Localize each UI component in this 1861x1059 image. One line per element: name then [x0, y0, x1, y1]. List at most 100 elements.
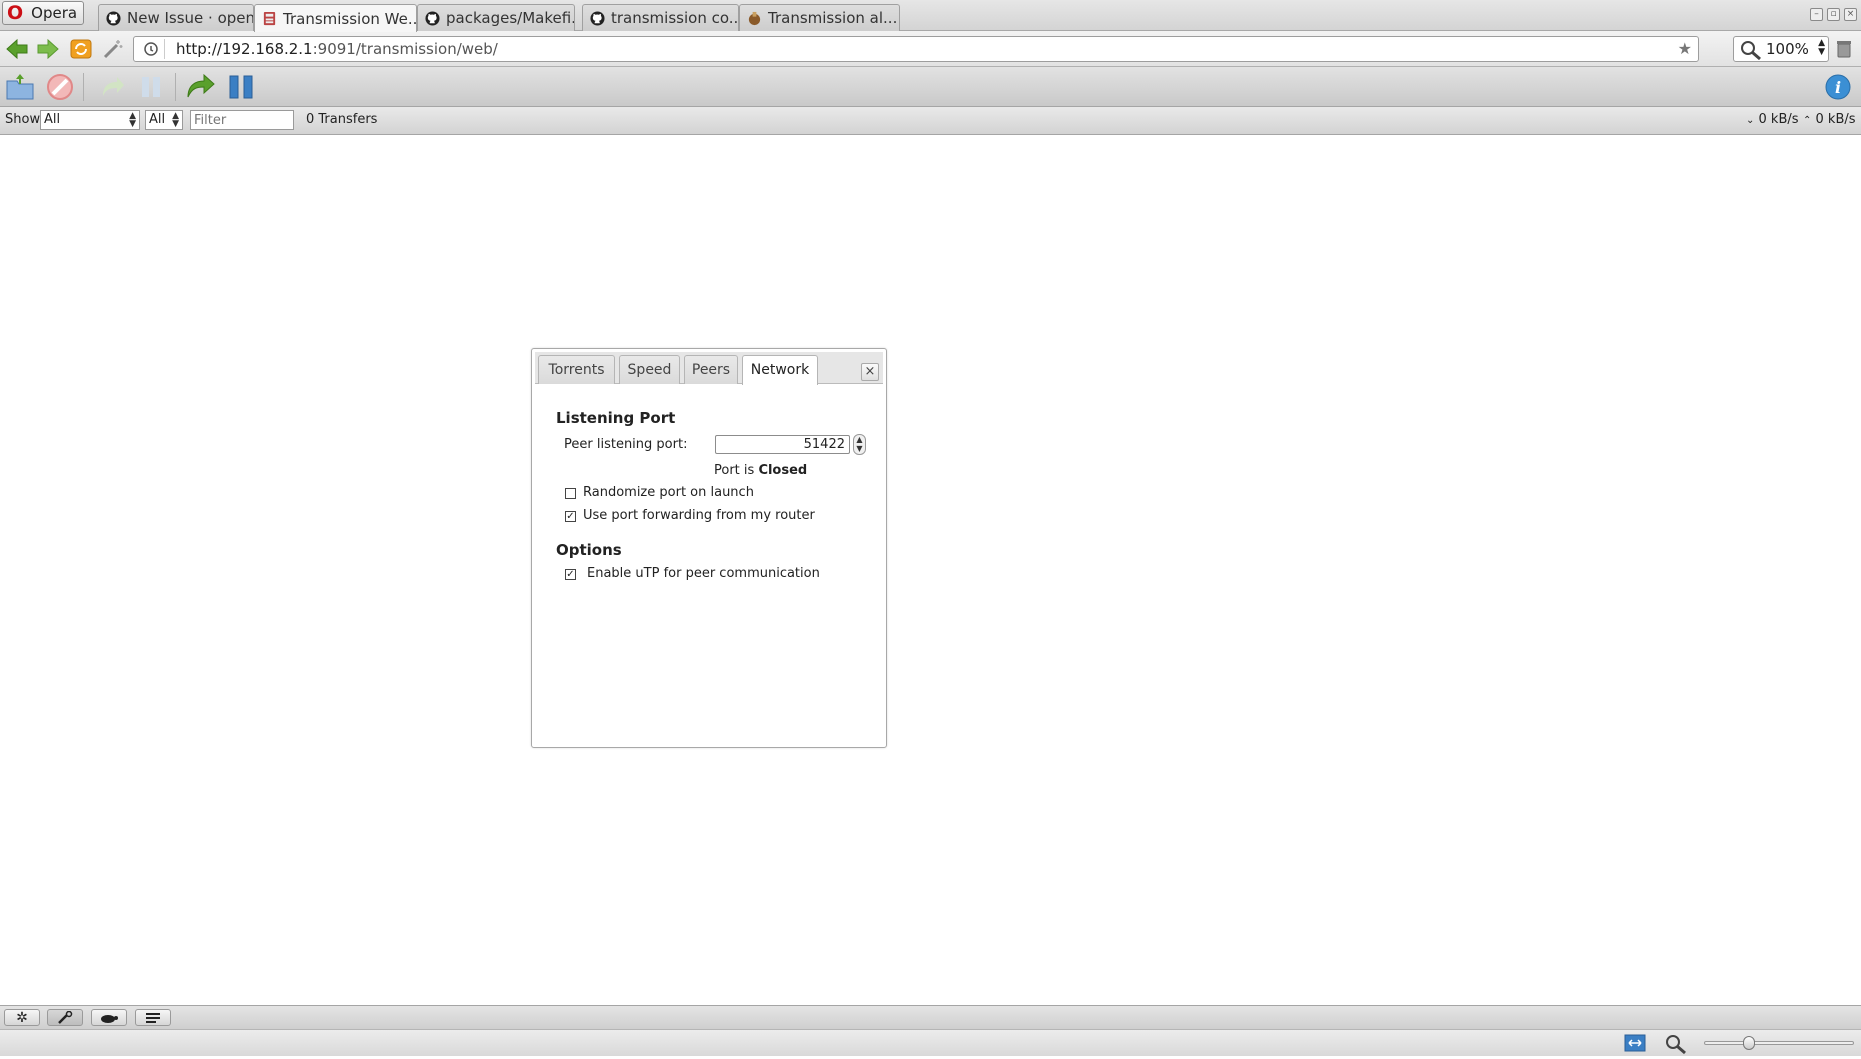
browser-tab-strip: O Opera New Issue · open... Transmission…: [0, 0, 1861, 32]
browser-tab-label: Transmission al...: [768, 9, 898, 27]
transmission-toolbar: i: [0, 67, 1861, 107]
pause-button[interactable]: [135, 71, 167, 103]
close-window-icon[interactable]: ×: [1844, 8, 1857, 21]
show-label: Show: [5, 112, 41, 127]
list-icon: [146, 1012, 160, 1023]
state-filter-select[interactable]: All ▲ ▼: [40, 110, 140, 130]
browser-tab-label: Transmission We...: [283, 9, 417, 28]
select-arrows-icon: ▲ ▼: [172, 111, 179, 129]
filter-bar: Show All ▲▼ All ▲▼ 0 Transfers ⌄ 0 kB/s …: [0, 107, 1861, 135]
browser-tab-label: packages/Makefi...: [446, 9, 575, 27]
trash-icon[interactable]: [1836, 40, 1852, 62]
browser-status-bar: [0, 1029, 1861, 1056]
port-status-prefix: Port is: [714, 463, 755, 478]
open-torrent-icon: [6, 74, 34, 100]
zoom-selector[interactable]: 100% ▲ ▼: [1733, 36, 1829, 62]
tracker-filter-select[interactable]: All ▲ ▼: [145, 110, 183, 130]
randomize-port-label[interactable]: Randomize port on launch: [583, 485, 754, 500]
browser-tab-packages-makefile[interactable]: packages/Makefi...: [417, 4, 575, 31]
gear-icon: ✲: [16, 1009, 28, 1026]
upload-speed-value: 0 kB/s: [1815, 112, 1856, 127]
inspector-button[interactable]: i: [1822, 71, 1854, 103]
wand-button[interactable]: [100, 37, 126, 61]
port-status-value: Closed: [758, 463, 808, 478]
upload-speed: ⌃ 0 kB/s: [1803, 112, 1856, 127]
browser-tab-label: New Issue · open...: [127, 9, 253, 27]
remove-torrent-button[interactable]: [44, 71, 76, 103]
open-torrent-button[interactable]: [4, 71, 36, 103]
port-status: Port is Closed: [714, 463, 807, 478]
transmission-icon: [261, 11, 277, 27]
pause-all-icon: [229, 75, 253, 99]
reload-icon: [70, 39, 92, 59]
upload-arrow-icon: ⌃: [1803, 115, 1812, 126]
turtle-icon: [101, 1014, 118, 1023]
resume-all-button[interactable]: [185, 71, 217, 103]
pause-all-button[interactable]: [226, 71, 258, 103]
browser-address-bar: http://192.168.2.1:9091/transmission/web…: [0, 31, 1861, 67]
tab-torrents[interactable]: Torrents: [538, 355, 615, 384]
zoom-magnifier-icon[interactable]: [1664, 1033, 1688, 1059]
resume-button[interactable]: [96, 71, 128, 103]
site-info-icon[interactable]: [137, 39, 165, 59]
github-icon: [589, 10, 605, 26]
opera-menu-label: Opera: [31, 4, 78, 22]
resume-icon: [103, 77, 124, 96]
transfers-count: 0 Transfers: [306, 112, 378, 127]
utp-label[interactable]: Enable uTP for peer communication: [587, 566, 820, 581]
preferences-tabs: Torrents Speed Peers Network ×: [535, 352, 883, 385]
remove-icon: [47, 74, 73, 100]
close-dialog-button[interactable]: ×: [861, 363, 879, 381]
filter-input[interactable]: [190, 110, 294, 130]
randomize-port-checkbox[interactable]: [565, 488, 576, 499]
state-filter-value: All: [44, 112, 61, 127]
listening-port-heading: Listening Port: [556, 409, 676, 427]
pause-icon: [142, 77, 160, 97]
tab-network[interactable]: Network: [742, 355, 818, 385]
info-icon: i: [1825, 74, 1851, 100]
forward-arrow-icon: [37, 38, 59, 60]
resume-all-icon: [187, 73, 215, 98]
zoom-spin-icon[interactable]: ▲ ▼: [1818, 39, 1825, 57]
wrench-icon: [58, 1010, 73, 1024]
back-arrow-icon: [6, 38, 28, 60]
panel-list-button[interactable]: [135, 1009, 171, 1026]
transmission-icon: [746, 10, 762, 26]
select-arrows-icon: ▲ ▼: [129, 111, 136, 129]
download-speed: ⌄ 0 kB/s: [1746, 112, 1799, 127]
forward-button[interactable]: [35, 37, 61, 61]
zoom-slider[interactable]: [1704, 1036, 1854, 1050]
panel-tools-button[interactable]: [47, 1009, 83, 1026]
restore-window-icon[interactable]: ▫: [1827, 8, 1840, 21]
opera-menu-button[interactable]: O Opera: [2, 1, 84, 25]
utp-checkbox[interactable]: ✓: [565, 569, 576, 580]
tab-speed[interactable]: Speed: [619, 355, 680, 384]
port-forwarding-label[interactable]: Use port forwarding from my router: [583, 508, 815, 523]
download-arrow-icon: ⌄: [1746, 115, 1755, 126]
browser-tab-transmission-web[interactable]: Transmission We...: [254, 4, 417, 32]
port-forwarding-checkbox[interactable]: ✓: [565, 511, 576, 522]
back-button[interactable]: [4, 37, 30, 61]
reload-button[interactable]: [68, 37, 94, 61]
url-host: http://192.168.2.1: [176, 40, 313, 58]
tab-peers[interactable]: Peers: [684, 355, 738, 384]
close-icon: ×: [864, 364, 876, 379]
options-heading: Options: [556, 541, 622, 559]
panel-settings-button[interactable]: ✲: [4, 1009, 40, 1026]
bookmark-star-icon[interactable]: ★: [1678, 37, 1692, 61]
browser-tab-transmission-co[interactable]: transmission co...: [582, 4, 739, 31]
zoom-slider-handle[interactable]: [1743, 1036, 1755, 1050]
browser-tab-transmission-al[interactable]: Transmission al...: [739, 4, 900, 31]
panel-turtle-button[interactable]: [91, 1009, 127, 1026]
preferences-dialog: Torrents Speed Peers Network × Listening…: [531, 348, 887, 748]
toolbar-separator: [175, 73, 176, 101]
peer-port-input[interactable]: [715, 435, 850, 454]
magic-wand-icon: [103, 40, 123, 59]
url-field[interactable]: http://192.168.2.1:9091/transmission/web…: [133, 36, 1699, 62]
minimize-window-icon[interactable]: –: [1810, 8, 1823, 21]
peer-port-label: Peer listening port:: [564, 437, 688, 452]
fit-width-icon[interactable]: [1624, 1033, 1646, 1057]
download-speed-value: 0 kB/s: [1758, 112, 1799, 127]
browser-tab-new-issue[interactable]: New Issue · open...: [98, 4, 254, 31]
port-stepper[interactable]: ▲ ▼: [853, 434, 866, 455]
